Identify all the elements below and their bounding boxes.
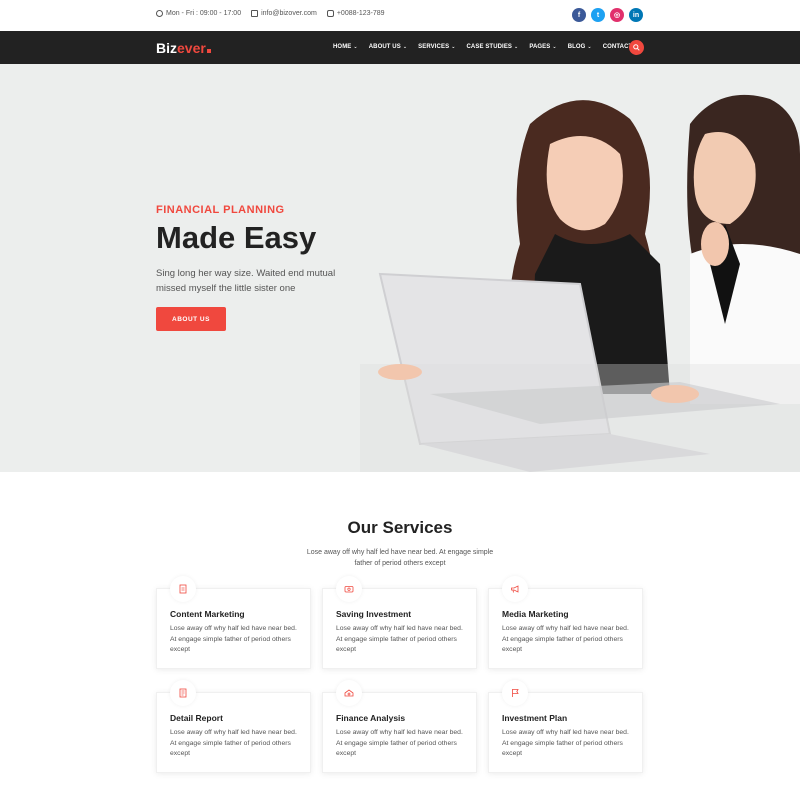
report-icon (179, 688, 187, 698)
chevron-down-icon: ⌄ (587, 44, 592, 50)
flag-icon (512, 689, 519, 697)
contact-info: Mon - Fri : 09:00 - 17:00 info@bizover.c… (156, 10, 385, 17)
logo-dot (206, 49, 211, 53)
service-icon-badge (170, 576, 196, 602)
nav-item-about[interactable]: ABOUT US ⌄ (369, 44, 407, 50)
wallet-icon (344, 586, 354, 593)
service-description: Lose away off why half led have near bed… (170, 729, 297, 757)
service-card[interactable]: Saving Investment Lose away off why half… (322, 576, 477, 669)
nav-item-pages[interactable]: PAGES ⌄ (529, 44, 556, 50)
service-card[interactable]: Finance Analysis Lose away off why half … (322, 680, 477, 773)
search-icon (633, 44, 640, 51)
service-description: Lose away off why half led have near bed… (336, 729, 463, 757)
logo-accent: ever (177, 40, 206, 56)
hero-image (360, 64, 800, 472)
services-title: Our Services (347, 518, 453, 537)
social-links: f t ◎ in (572, 8, 643, 22)
chevron-down-icon: ⌄ (402, 44, 408, 50)
nav-label: SERVICES (418, 44, 450, 50)
chevron-down-icon: ⌄ (353, 44, 358, 50)
service-icon-badge (336, 680, 362, 706)
service-card[interactable]: Investment Plan Lose away off why half l… (488, 680, 643, 773)
logo[interactable]: Bizever (156, 40, 211, 56)
chevron-down-icon: ⌄ (552, 44, 557, 50)
nav-label: CASE STUDIES (466, 44, 513, 50)
nav-label: CONTACT (602, 44, 633, 50)
service-title: Saving Investment (336, 609, 412, 619)
clock-icon (156, 10, 163, 17)
service-icon-badge (170, 680, 196, 706)
search-button[interactable] (629, 40, 644, 55)
nav-menu: HOME ⌄ ABOUT US ⌄ SERVICES ⌄ CASE STUDIES ⌄ … (333, 44, 632, 50)
services-subtitle: Lose away off why half led have near bed… (306, 549, 494, 567)
hero-subtitle: Sing long her way size. Waited end mutua… (156, 268, 336, 294)
main-nav: Bizever HOME ⌄ ABOUT US ⌄ SERVICES ⌄ CASE S… (0, 31, 800, 64)
facebook-icon[interactable]: f (572, 8, 586, 22)
service-description: Lose away off why half led have near bed… (502, 625, 629, 653)
phone-icon (326, 10, 334, 17)
hero-title: Made Easy (156, 220, 317, 255)
nav-label: PAGES (529, 44, 551, 50)
document-icon (179, 584, 187, 594)
about-us-button[interactable]: ABOUT US (156, 307, 226, 331)
service-description: Lose away off why half led have near bed… (502, 729, 629, 757)
hero-eyebrow: FINANCIAL PLANNING (156, 204, 285, 216)
service-title: Media Marketing (502, 609, 569, 619)
service-icon-badge (502, 576, 528, 602)
service-icon-badge (502, 680, 528, 706)
email-info[interactable]: info@bizover.com (251, 10, 317, 17)
nav-item-home[interactable]: HOME ⌄ (333, 44, 358, 50)
phone-info[interactable]: +0088-123-789 (326, 10, 385, 17)
nav-item-services[interactable]: SERVICES ⌄ (418, 44, 455, 50)
service-card[interactable]: Content Marketing Lose away off why half… (156, 576, 311, 669)
service-description: Lose away off why half led have near bed… (336, 625, 463, 653)
hero-section: FINANCIAL PLANNING Made Easy Sing long h… (0, 64, 800, 472)
service-title: Finance Analysis (336, 713, 406, 723)
hours-info: Mon - Fri : 09:00 - 17:00 (156, 10, 241, 17)
nav-item-blog[interactable]: BLOG ⌄ (568, 44, 592, 50)
instagram-icon[interactable]: ◎ (610, 8, 624, 22)
chevron-down-icon: ⌄ (514, 44, 519, 50)
nav-label: BLOG (567, 44, 586, 50)
top-bar: Mon - Fri : 09:00 - 17:00 info@bizover.c… (0, 0, 800, 31)
nav-item-contact[interactable]: CONTACT (603, 44, 633, 50)
logo-text: Biz (156, 40, 177, 56)
linkedin-icon[interactable]: in (629, 8, 643, 22)
service-icon-badge (336, 576, 362, 602)
twitter-icon[interactable]: t (591, 8, 605, 22)
chevron-down-icon: ⌄ (451, 44, 456, 50)
service-title: Investment Plan (502, 713, 568, 723)
service-description: Lose away off why half led have near bed… (170, 625, 297, 653)
mail-icon (251, 10, 259, 17)
service-card[interactable]: Media Marketing Lose away off why half l… (488, 576, 643, 669)
service-title: Content Marketing (170, 609, 245, 619)
nav-label: HOME (333, 44, 352, 50)
nav-item-case-studies[interactable]: CASE STUDIES ⌄ (466, 44, 518, 50)
money-icon (344, 689, 354, 697)
service-card[interactable]: Detail Report Lose away off why half led… (156, 680, 311, 773)
service-title: Detail Report (170, 713, 223, 723)
nav-label: ABOUT US (368, 44, 401, 50)
megaphone-icon (511, 585, 519, 593)
